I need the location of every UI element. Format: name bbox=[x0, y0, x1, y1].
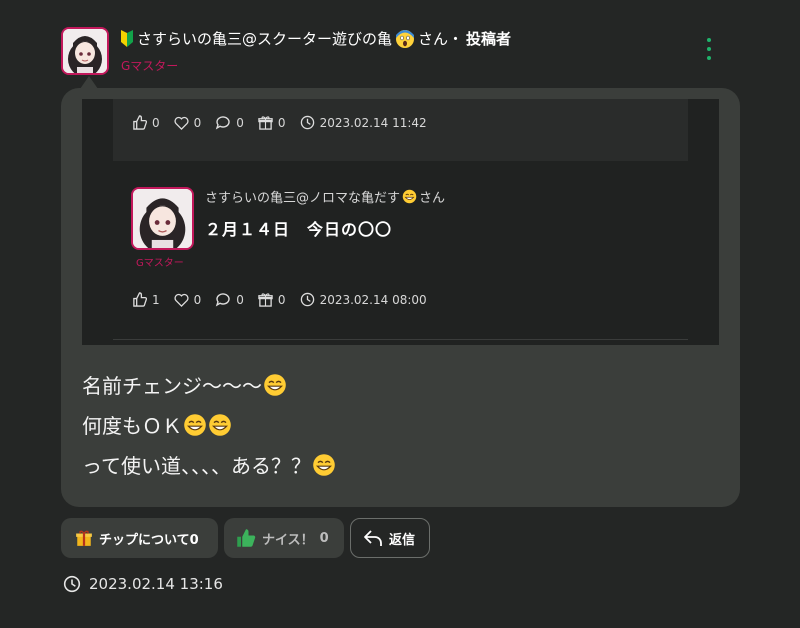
body-text: 名前チェンジ〜〜〜 bbox=[82, 374, 262, 398]
tip-label: チップについて bbox=[99, 532, 190, 548]
grin-emoji-icon bbox=[313, 453, 335, 476]
thumbs-count: 1 bbox=[152, 292, 160, 307]
reply-arrow-icon bbox=[364, 530, 382, 546]
gifts-stat[interactable]: 0 bbox=[258, 292, 286, 307]
tip-count: 0 bbox=[189, 532, 199, 548]
reply-author-suffix: さん bbox=[419, 191, 446, 206]
post-author-rank: Gマスター bbox=[121, 59, 179, 73]
heart-icon bbox=[174, 116, 189, 130]
beginner-mark-icon bbox=[121, 30, 133, 47]
reply-author-rank: Gマスター bbox=[136, 258, 184, 269]
comments-stat[interactable]: 0 bbox=[215, 292, 244, 307]
comments-count: 0 bbox=[236, 115, 244, 130]
post-timestamp: 2023.02.14 13:16 bbox=[63, 575, 223, 593]
clock-icon bbox=[300, 292, 314, 307]
comment-icon bbox=[216, 293, 230, 307]
grin-emoji-icon bbox=[184, 413, 206, 436]
gift-icon bbox=[258, 293, 273, 307]
grin-emoji-icon bbox=[402, 189, 417, 204]
hearts-stat[interactable]: 0 bbox=[174, 292, 202, 307]
thumbs-up-icon bbox=[133, 292, 147, 307]
timestamp: 2023.02.14 11:42 bbox=[319, 115, 427, 130]
scream-emoji-icon bbox=[396, 29, 415, 48]
thumbs-stat[interactable]: 1 bbox=[132, 292, 160, 307]
nice-count: 0 bbox=[319, 530, 329, 546]
gifts-count: 0 bbox=[277, 115, 286, 130]
gifts-count: 0 bbox=[277, 292, 286, 307]
post-body-line-3: って使い道、、、、ある？？ bbox=[82, 450, 336, 479]
reply-button[interactable]: 返信 bbox=[350, 518, 430, 558]
body-text: 何度もＯＫ bbox=[82, 414, 182, 438]
tip-button[interactable]: チップについて0 bbox=[61, 518, 218, 558]
reply-time: 2023.02.14 08:00 bbox=[300, 292, 427, 307]
reply-author-avatar[interactable] bbox=[131, 187, 194, 250]
reply-divider bbox=[113, 339, 688, 340]
thumbs-up-icon bbox=[237, 529, 256, 547]
author-role-badge: 投稿者 bbox=[466, 30, 512, 48]
hearts-count: 0 bbox=[193, 115, 202, 130]
thumbs-stat[interactable]: 0 bbox=[132, 115, 160, 130]
reply-author-name[interactable]: さすらいの亀三@ノロマな亀だす bbox=[205, 187, 400, 206]
clock-icon bbox=[300, 115, 314, 130]
gifts-stat[interactable]: 0 bbox=[258, 115, 286, 130]
reply-author-line: さすらいの亀三@ノロマな亀だす さん bbox=[205, 187, 445, 206]
thumbs-count: 0 bbox=[152, 115, 160, 130]
post-body-line-1: 名前チェンジ〜〜〜 bbox=[82, 370, 287, 399]
nice-label: ナイス！ bbox=[262, 532, 314, 548]
grin-emoji-icon bbox=[264, 373, 286, 396]
hearts-count: 0 bbox=[193, 292, 202, 307]
post-author-avatar[interactable] bbox=[61, 27, 109, 75]
clock-icon bbox=[63, 575, 81, 593]
hearts-stat[interactable]: 0 bbox=[174, 115, 202, 130]
nice-button[interactable]: ナイス！ 0 bbox=[224, 518, 344, 558]
comments-stat[interactable]: 0 bbox=[215, 115, 244, 130]
kebab-menu-icon[interactable] bbox=[702, 38, 716, 60]
body-text: って使い道、、、、ある？？ bbox=[82, 454, 311, 478]
quote-top-time: 2023.02.14 11:42 bbox=[300, 115, 427, 130]
reply-label: 返信 bbox=[389, 532, 416, 548]
gift-icon bbox=[76, 530, 92, 546]
reply-stats: 1 0 0 0 2023.02.14 08:00 bbox=[132, 292, 441, 307]
timestamp-text: 2023.02.14 13:16 bbox=[89, 575, 223, 593]
quote-top-card bbox=[113, 99, 688, 161]
post-body-line-2: 何度もＯＫ bbox=[82, 410, 232, 439]
comment-icon bbox=[216, 116, 230, 130]
gift-icon bbox=[258, 116, 273, 130]
reply-text[interactable]: ２月１４日 今日の〇〇 bbox=[205, 216, 392, 240]
grin-emoji-icon bbox=[209, 413, 231, 436]
quote-top-stats: 0 0 0 0 2023.02.14 11:42 bbox=[132, 115, 441, 130]
timestamp: 2023.02.14 08:00 bbox=[319, 292, 427, 307]
post-author-line: さすらいの亀三@スクーター遊びの亀 さん・ 投稿者 bbox=[120, 28, 511, 49]
comments-count: 0 bbox=[236, 292, 244, 307]
heart-icon bbox=[174, 293, 189, 307]
thumbs-up-icon bbox=[133, 115, 147, 130]
post-author-name[interactable]: さすらいの亀三@スクーター遊びの亀 bbox=[137, 28, 392, 49]
post-author-suffix: さん・ bbox=[418, 30, 464, 48]
